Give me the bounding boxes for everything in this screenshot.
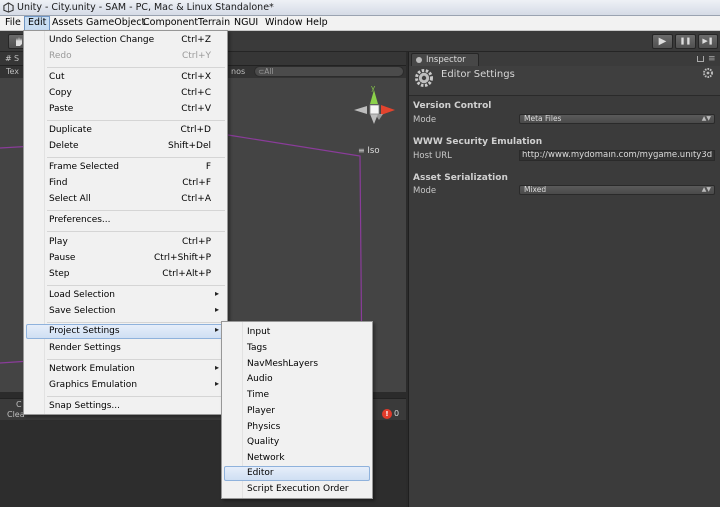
- menu-ngui[interactable]: NGUI: [231, 16, 261, 31]
- menu-item-load-selection[interactable]: Load Selection ▸: [26, 288, 225, 303]
- menu-separator: [47, 322, 225, 323]
- menu-item-copy[interactable]: Copy Ctrl+C: [26, 86, 225, 101]
- step-button[interactable]: ▶❚: [698, 34, 718, 49]
- scene-render-mode[interactable]: Tex: [6, 67, 19, 76]
- orientation-gizmo[interactable]: y: [351, 84, 397, 130]
- submenu-arrow-icon: ▸: [214, 305, 219, 314]
- gizmos-dropdown[interactable]: nos: [231, 67, 245, 76]
- menu-item-pause[interactable]: Pause Ctrl+Shift+P: [26, 251, 225, 266]
- grid-icon: #: [5, 54, 12, 63]
- menu-gameobject[interactable]: GameObject: [83, 16, 148, 31]
- submenu-item-quality[interactable]: Quality: [224, 435, 370, 450]
- inspector-title: Editor Settings: [441, 69, 515, 80]
- menu-separator: [47, 67, 225, 68]
- menu-separator: [47, 210, 225, 211]
- menu-item-delete[interactable]: Delete Shift+Del: [26, 139, 225, 154]
- submenu-item-network[interactable]: Network: [224, 451, 370, 466]
- submenu-arrow-icon: ▸: [214, 379, 219, 388]
- panel-menu-icon[interactable]: ≡: [708, 54, 716, 64]
- iso-icon: ≡: [358, 146, 365, 155]
- menu-component[interactable]: Component: [140, 16, 201, 31]
- menu-item-step[interactable]: Step Ctrl+Alt+P: [26, 267, 225, 282]
- menu-item-play[interactable]: Play Ctrl+P: [26, 235, 225, 250]
- version-control-mode-label: Mode: [413, 115, 437, 125]
- dropdown-arrow-icon: ▲▼: [701, 186, 711, 193]
- submenu-item-player[interactable]: Player: [224, 404, 370, 419]
- host-url-field[interactable]: http://www.mydomain.com/mygame.unity3d: [519, 150, 715, 161]
- submenu-item-time[interactable]: Time: [224, 388, 370, 403]
- menu-item-save-selection[interactable]: Save Selection ▸: [26, 304, 225, 319]
- scene-search-input[interactable]: ⊂All: [254, 66, 404, 77]
- menu-bar: File Edit Assets GameObject Component Te…: [0, 16, 720, 31]
- menu-item-graphics-emulation[interactable]: Graphics Emulation ▸: [26, 378, 225, 393]
- error-icon[interactable]: !: [382, 409, 392, 419]
- menu-item-preferences[interactable]: Preferences...: [26, 213, 225, 228]
- window-title: Unity - City.unity - SAM - PC, Mac & Lin…: [17, 2, 274, 13]
- edit-menu: Undo Selection Change Ctrl+Z Redo Ctrl+Y C…: [23, 30, 228, 415]
- title-bar: Unity - City.unity - SAM - PC, Mac & Lin…: [0, 0, 720, 16]
- menu-separator: [47, 359, 225, 360]
- gizmo-y-label: y: [371, 84, 375, 92]
- menu-file[interactable]: File: [2, 16, 24, 31]
- console-tab-label[interactable]: C: [16, 400, 22, 409]
- submenu-item-physics[interactable]: Physics: [224, 420, 370, 435]
- console-clear-button[interactable]: Clea: [7, 410, 25, 419]
- host-url-label: Host URL: [413, 151, 452, 161]
- iso-label[interactable]: ≡ Iso: [358, 146, 380, 156]
- menu-separator: [47, 231, 225, 232]
- version-control-mode-dropdown[interactable]: Meta Files ▲▼: [519, 114, 715, 124]
- component-gear-icon[interactable]: [702, 67, 714, 79]
- www-security-title: WWW Security Emulation: [413, 137, 543, 147]
- menu-item-network-emulation[interactable]: Network Emulation ▸: [26, 362, 225, 377]
- menu-separator: [47, 120, 225, 121]
- menu-separator: [47, 157, 225, 158]
- submenu-item-script-execution-order[interactable]: Script Execution Order: [224, 482, 370, 497]
- menu-item-find[interactable]: Find Ctrl+F: [26, 176, 225, 191]
- scene-tab-label[interactable]: S: [14, 54, 19, 63]
- submenu-item-tags[interactable]: Tags: [224, 341, 370, 356]
- submenu-arrow-icon: ▸: [214, 363, 219, 372]
- menu-item-select-all[interactable]: Select All Ctrl+A: [26, 192, 225, 207]
- asset-serialization-mode-dropdown[interactable]: Mixed ▲▼: [519, 185, 715, 195]
- inspector-tab-label: Inspector: [426, 55, 466, 65]
- submenu-arrow-icon: ▸: [214, 325, 219, 334]
- submenu-item-navmeshlayers[interactable]: NavMeshLayers: [224, 357, 370, 372]
- unity-logo-icon: [3, 2, 14, 13]
- version-control-mode-value: Meta Files: [524, 114, 562, 123]
- menu-item-undo[interactable]: Undo Selection Change Ctrl+Z: [26, 33, 225, 48]
- menu-item-cut[interactable]: Cut Ctrl+X: [26, 70, 225, 85]
- version-control-title: Version Control: [413, 101, 492, 111]
- submenu-item-audio[interactable]: Audio: [224, 372, 370, 387]
- dropdown-arrow-icon: ▲▼: [701, 115, 711, 122]
- submenu-item-editor[interactable]: Editor: [224, 466, 370, 481]
- asset-serialization-mode-label: Mode: [413, 186, 437, 196]
- submenu-item-input[interactable]: Input: [224, 325, 370, 340]
- menu-assets[interactable]: Assets: [49, 16, 86, 31]
- menu-help[interactable]: Help: [303, 16, 331, 31]
- menu-item-duplicate[interactable]: Duplicate Ctrl+D: [26, 123, 225, 138]
- submenu-arrow-icon: ▸: [214, 289, 219, 298]
- inspector-tab[interactable]: Inspector: [411, 53, 479, 66]
- settings-gear-icon: [415, 69, 433, 87]
- play-button[interactable]: ▶: [652, 34, 673, 49]
- menu-separator: [47, 396, 225, 397]
- iso-text: Iso: [367, 146, 380, 156]
- menu-item-frame-selected[interactable]: Frame Selected F: [26, 160, 225, 175]
- menu-item-paste[interactable]: Paste Ctrl+V: [26, 102, 225, 117]
- menu-item-render-settings[interactable]: Render Settings: [26, 341, 225, 356]
- asset-serialization-title: Asset Serialization: [413, 173, 508, 183]
- lock-icon[interactable]: [697, 56, 704, 62]
- menu-separator: [47, 285, 225, 286]
- menu-item-project-settings[interactable]: Project Settings ▸: [26, 324, 225, 339]
- project-settings-submenu: Input Tags NavMeshLayers Audio Time Play…: [221, 321, 373, 499]
- menu-window[interactable]: Window: [262, 16, 305, 31]
- menu-terrain[interactable]: Terrain: [195, 16, 233, 31]
- menu-item-snap-settings[interactable]: Snap Settings...: [26, 399, 225, 414]
- asset-serialization-mode-value: Mixed: [524, 185, 547, 194]
- error-count: 0: [394, 409, 400, 418]
- menu-edit[interactable]: Edit: [24, 16, 51, 31]
- menu-item-redo[interactable]: Redo Ctrl+Y: [26, 49, 225, 64]
- pause-button[interactable]: ❚❚: [675, 34, 696, 49]
- info-icon: [416, 57, 422, 63]
